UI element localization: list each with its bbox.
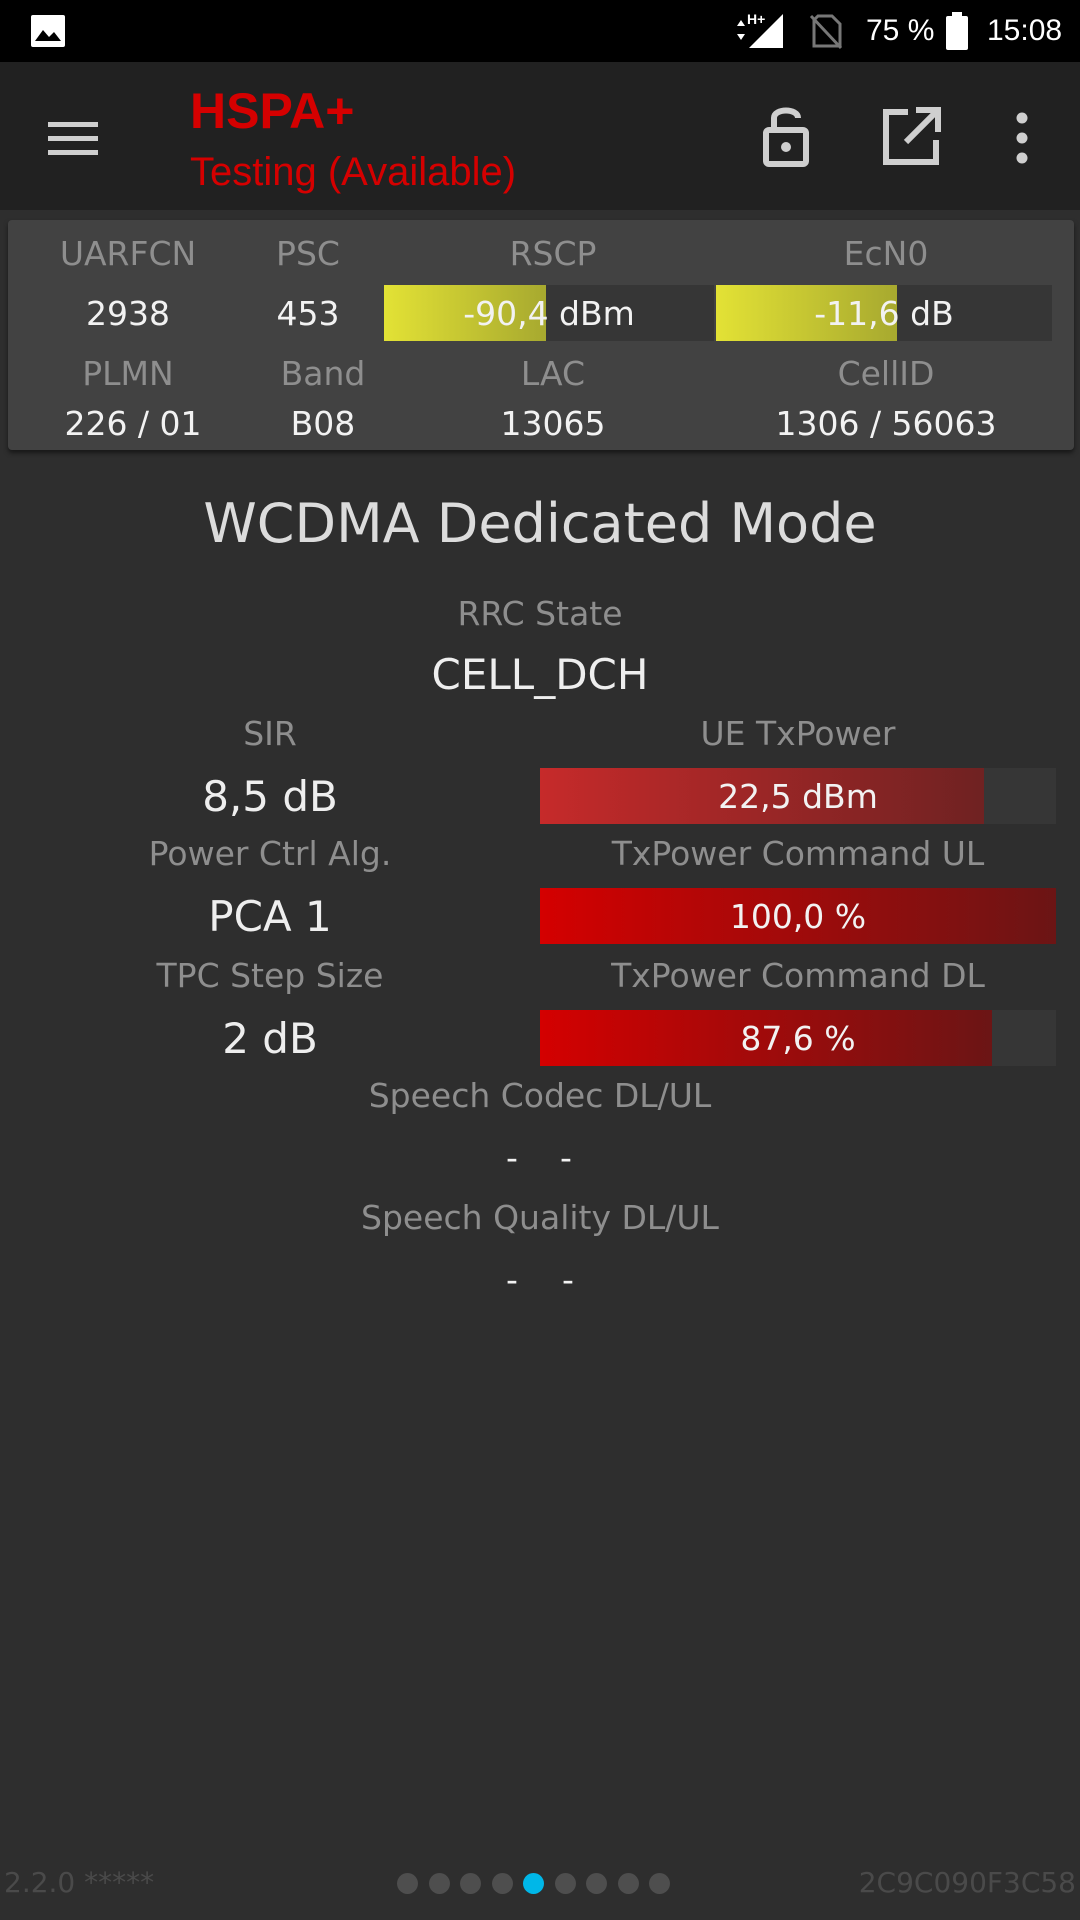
page-dot[interactable]	[397, 1873, 418, 1894]
sir-label: SIR	[243, 714, 297, 753]
tpc-step-size-value: 2 dB	[222, 1014, 318, 1063]
rrc-state-label: RRC State	[457, 594, 623, 633]
cell-info-card: UARFCN PSC RSCP EcN0 2938 453 -90,4 dBm …	[8, 220, 1074, 450]
mode-title: WCDMA Dedicated Mode	[203, 492, 877, 555]
status-bar: H+ 75 % 15:08	[0, 0, 1080, 62]
speech-quality-label: Speech Quality DL/UL	[361, 1198, 719, 1237]
page-dot[interactable]	[649, 1873, 670, 1894]
psc-label: PSC	[276, 234, 340, 273]
more-vert-icon[interactable]	[1004, 108, 1040, 168]
txpower-cmd-ul-label: TxPower Command UL	[611, 834, 985, 873]
page-dot[interactable]	[617, 1873, 639, 1894]
rscp-label: RSCP	[509, 234, 597, 273]
psc-value: 453	[276, 294, 340, 333]
page-dot[interactable]	[460, 1873, 481, 1894]
battery-percent: 75 %	[866, 14, 935, 47]
speech-codec-dl-value: -	[506, 1138, 518, 1177]
plmn-label: PLMN	[82, 354, 174, 393]
page-indicator[interactable]	[397, 1873, 687, 1895]
gallery-icon	[31, 15, 65, 47]
ecn0-label: EcN0	[843, 234, 929, 273]
app-bar: HSPA+ Testing (Available)	[0, 62, 1080, 210]
cellid-label: CellID	[837, 354, 935, 393]
plmn-value: 226 / 01	[64, 404, 202, 443]
speech-codec-label: Speech Codec DL/UL	[368, 1076, 712, 1115]
speech-codec-ul-value: -	[560, 1138, 572, 1177]
uarfcn-label: UARFCN	[59, 234, 197, 273]
txpower-cmd-dl-value: 87,6 %	[740, 1018, 856, 1058]
cellid-value: 1306 / 56063	[775, 404, 997, 443]
rrc-state-value: CELL_DCH	[431, 650, 649, 699]
ue-txpower-bar: 22,5 dBm	[540, 768, 1056, 824]
uarfcn-value: 2938	[86, 294, 170, 333]
network-status-subtitle: Testing (Available)	[190, 150, 517, 194]
txpower-cmd-dl-label: TxPower Command DL	[611, 956, 985, 995]
device-id: 2C9C090F3C58	[858, 1866, 1076, 1899]
txpower-cmd-ul-value: 100,0 %	[729, 896, 867, 936]
ecn0-value: -11,6 dB	[814, 293, 954, 333]
cellular-signal-icon: H+	[737, 11, 783, 48]
battery-icon	[946, 12, 968, 50]
lock-open-icon[interactable]	[756, 102, 816, 168]
page-dot[interactable]	[554, 1873, 576, 1894]
speech-quality-dl-value: -	[506, 1260, 518, 1299]
page-dot[interactable]	[491, 1873, 513, 1894]
txpower-cmd-ul-bar: 100,0 %	[540, 888, 1056, 944]
menu-icon[interactable]	[38, 106, 108, 166]
ecn0-bar: -11,6 dB	[716, 285, 1052, 341]
lac-label: LAC	[520, 354, 586, 393]
rscp-value: -90,4 dBm	[463, 293, 635, 333]
clock: 15:08	[987, 14, 1063, 47]
sir-value: 8,5 dB	[202, 772, 338, 821]
speech-quality-ul-value: -	[562, 1260, 574, 1299]
app-version: 2.2.0 *****	[4, 1866, 155, 1899]
txpower-cmd-dl-bar: 87,6 %	[540, 1010, 1056, 1066]
tpc-step-size-label: TPC Step Size	[156, 956, 384, 995]
page-dot[interactable]	[428, 1873, 450, 1894]
ue-txpower-value: 22,5 dBm	[718, 776, 878, 816]
svg-text:H+: H+	[747, 11, 765, 27]
page-dot[interactable]	[586, 1873, 607, 1894]
network-type-title: HSPA+	[190, 83, 355, 139]
open-external-icon[interactable]	[880, 106, 942, 168]
page-dot-active[interactable]	[523, 1873, 544, 1894]
rscp-bar: -90,4 dBm	[384, 285, 714, 341]
lac-value: 13065	[500, 404, 606, 443]
no-sim-icon	[809, 14, 843, 50]
power-ctrl-alg-label: Power Ctrl Alg.	[148, 834, 392, 873]
power-ctrl-alg-value: PCA 1	[208, 892, 332, 941]
ue-txpower-label: UE TxPower	[700, 714, 896, 753]
